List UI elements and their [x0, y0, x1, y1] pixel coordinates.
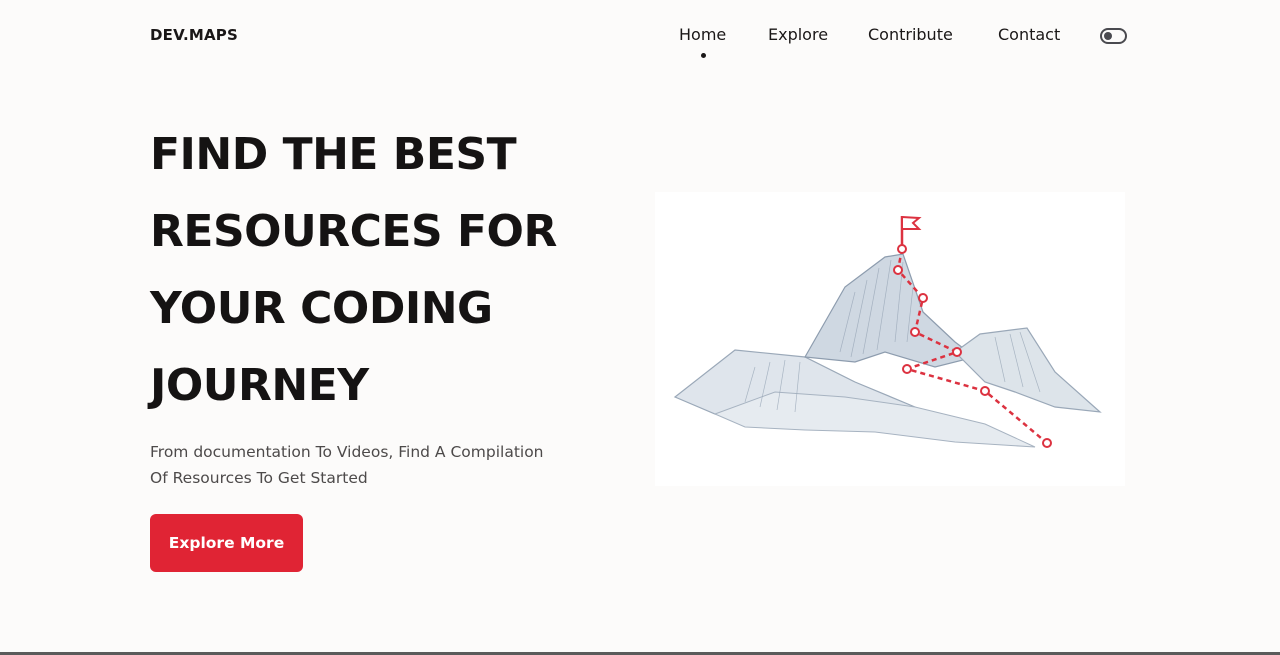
hero-subtitle-line: Of Resources To Get Started: [150, 469, 368, 487]
nav-contact-link[interactable]: Contact: [998, 25, 1060, 44]
hero-title: FIND THE BEST RESOURCES FOR YOUR CODING …: [150, 116, 620, 424]
toggle-knob: [1104, 32, 1112, 40]
hero-title-line: RESOURCES FOR: [150, 206, 557, 257]
hero-subtitle: From documentation To Videos, Find A Com…: [150, 439, 580, 491]
nav-home-link[interactable]: Home: [679, 25, 726, 44]
nav-explore-link[interactable]: Explore: [768, 25, 828, 44]
hero-title-line: YOUR CODING: [150, 283, 493, 334]
explore-more-button[interactable]: Explore More: [150, 514, 303, 572]
hero-title-line: JOURNEY: [150, 360, 369, 411]
theme-toggle-icon[interactable]: [1100, 28, 1127, 44]
hero-subtitle-line: From documentation To Videos, Find A Com…: [150, 443, 544, 461]
hero-title-line: FIND THE BEST: [150, 129, 517, 180]
landing-page: DEV.MAPS Home Explore Contribute Contact…: [0, 0, 1280, 655]
mountain-path-flag-icon: [655, 192, 1125, 486]
nav-active-indicator: [701, 53, 706, 58]
site-logo[interactable]: DEV.MAPS: [150, 26, 238, 44]
nav-contribute-link[interactable]: Contribute: [868, 25, 953, 44]
